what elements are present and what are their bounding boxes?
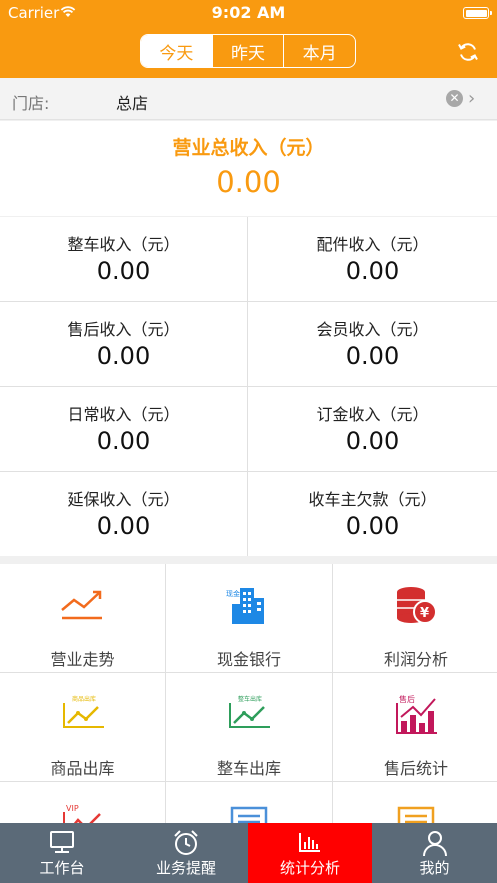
income-cell-vehicle: 整车收入（元） 0.00 xyxy=(0,217,248,301)
clear-icon[interactable]: ✕ xyxy=(446,90,463,107)
income-cell-after-sales: 售后收入（元） 0.00 xyxy=(0,302,248,386)
bank-icon: 现金 xyxy=(226,588,264,624)
period-segmented-control: 今天 昨天 本月 xyxy=(140,34,356,68)
vehicle-out-icon-text: 整车出库 xyxy=(238,695,262,703)
menu-label: 营业走势 xyxy=(50,650,115,669)
income-cell-member: 会员收入（元） 0.00 xyxy=(248,302,497,386)
tab-yesterday[interactable]: 昨天 xyxy=(211,35,284,67)
income-value: 0.00 xyxy=(96,342,151,370)
income-label: 日常收入（元） xyxy=(67,405,180,424)
income-label: 整车收入（元） xyxy=(67,235,180,254)
tab-business-reminder[interactable]: 业务提醒 xyxy=(124,823,248,883)
menu-item-vehicle-out[interactable]: 整车出库 整车出库 xyxy=(166,673,332,781)
desktop-icon xyxy=(50,831,74,853)
menu-item-report-orange[interactable] xyxy=(333,782,497,823)
tab-label: 统计分析 xyxy=(279,859,340,877)
tab-mine[interactable]: 我的 xyxy=(372,823,497,883)
menu-item-goods-out[interactable]: 商品出库 商品出库 xyxy=(0,673,165,781)
income-cell-warranty: 延保收入（元） 0.00 xyxy=(0,472,248,556)
goods-out-icon: 商品出库 xyxy=(62,695,104,728)
menu-label: 现金银行 xyxy=(216,650,281,669)
menu-label: 整车出库 xyxy=(216,759,281,778)
income-grid: 整车收入（元） 0.00 配件收入（元） 0.00 售后收入（元） 0.00 会… xyxy=(0,217,497,556)
income-label: 订金收入（元） xyxy=(316,405,429,424)
income-cell-owner-debt: 收车主欠款（元） 0.00 xyxy=(248,472,497,556)
report-blue-icon xyxy=(230,806,268,823)
menu-label: 售后统计 xyxy=(383,759,448,778)
person-icon xyxy=(422,831,447,857)
total-revenue-label: 营业总收入（元） xyxy=(172,137,325,159)
menu-label: 利润分析 xyxy=(383,650,448,669)
income-label: 售后收入（元） xyxy=(67,320,180,339)
goods-out-icon-text: 商品出库 xyxy=(72,695,96,703)
income-value: 0.00 xyxy=(96,427,151,455)
tab-label: 业务提醒 xyxy=(155,859,216,877)
income-label: 会员收入（元） xyxy=(316,320,429,339)
total-revenue-card: 营业总收入（元） 0.00 xyxy=(0,121,497,216)
store-value: 总店 xyxy=(116,94,149,113)
income-cell-daily: 日常收入（元） 0.00 xyxy=(0,387,248,471)
total-revenue-value: 0.00 xyxy=(216,165,281,199)
income-cell-parts: 配件收入（元） 0.00 xyxy=(248,217,497,301)
income-value: 0.00 xyxy=(345,427,400,455)
vip-chart-icon: VIP xyxy=(62,804,101,823)
alarm-clock-icon xyxy=(174,830,198,855)
income-cell-deposit: 订金收入（元） 0.00 xyxy=(248,387,497,471)
income-value: 0.00 xyxy=(96,257,151,285)
income-value: 0.00 xyxy=(345,257,400,285)
income-label: 收车主欠款（元） xyxy=(308,490,437,509)
after-sales-icon-text: 售后 xyxy=(399,694,415,704)
income-value: 0.00 xyxy=(345,512,400,540)
profit-icon: ¥ xyxy=(397,587,437,624)
vehicle-out-icon: 整车出库 xyxy=(229,695,270,728)
menu-item-business-trend[interactable]: 营业走势 xyxy=(0,564,165,672)
function-menu: 营业走势 现金 现金银行 ¥ 利润分析 商品出库 商品出库 整车出库 整车出库 … xyxy=(0,564,497,823)
menu-label: 商品出库 xyxy=(50,759,115,778)
trend-icon xyxy=(60,590,102,620)
menu-item-cash-bank[interactable]: 现金 现金银行 xyxy=(166,564,332,672)
tab-label: 我的 xyxy=(419,859,450,877)
menu-item-profit-analysis[interactable]: ¥ 利润分析 xyxy=(333,564,497,672)
income-value: 0.00 xyxy=(96,512,151,540)
bottom-tab-bar: 工作台 业务提醒 统计分析 我的 xyxy=(0,823,497,883)
tab-workbench[interactable]: 工作台 xyxy=(0,823,124,883)
battery-icon xyxy=(463,7,492,19)
profit-icon-text: ¥ xyxy=(420,606,429,621)
income-label: 延保收入（元） xyxy=(67,490,180,509)
status-bar: Carrier 9:02 AM xyxy=(0,0,497,26)
report-orange-icon xyxy=(397,806,435,823)
chevron-right-icon[interactable]: › xyxy=(468,88,475,109)
refresh-icon[interactable] xyxy=(456,40,480,64)
store-label: 门店: xyxy=(12,94,50,113)
app-header: Carrier 9:02 AM 今天 昨天 本月 xyxy=(0,0,497,78)
menu-item-report-blue[interactable] xyxy=(166,782,332,823)
tab-statistics[interactable]: 统计分析 xyxy=(248,823,372,883)
bar-chart-icon xyxy=(299,833,320,852)
vip-icon-text: VIP xyxy=(66,804,79,813)
tab-this-month[interactable]: 本月 xyxy=(283,35,355,67)
menu-item-vip-stats[interactable]: VIP xyxy=(0,782,165,823)
income-label: 配件收入（元） xyxy=(316,235,429,254)
store-selector[interactable]: 门店: 总店 ✕ › xyxy=(0,78,497,120)
after-sales-icon: 售后 xyxy=(396,694,437,734)
menu-item-after-sales-stats[interactable]: 售后 售后统计 xyxy=(333,673,497,781)
bank-icon-text: 现金 xyxy=(226,589,240,598)
tab-today[interactable]: 今天 xyxy=(141,35,212,67)
income-value: 0.00 xyxy=(345,342,400,370)
status-time: 9:02 AM xyxy=(211,3,286,22)
tab-label: 工作台 xyxy=(39,859,85,877)
